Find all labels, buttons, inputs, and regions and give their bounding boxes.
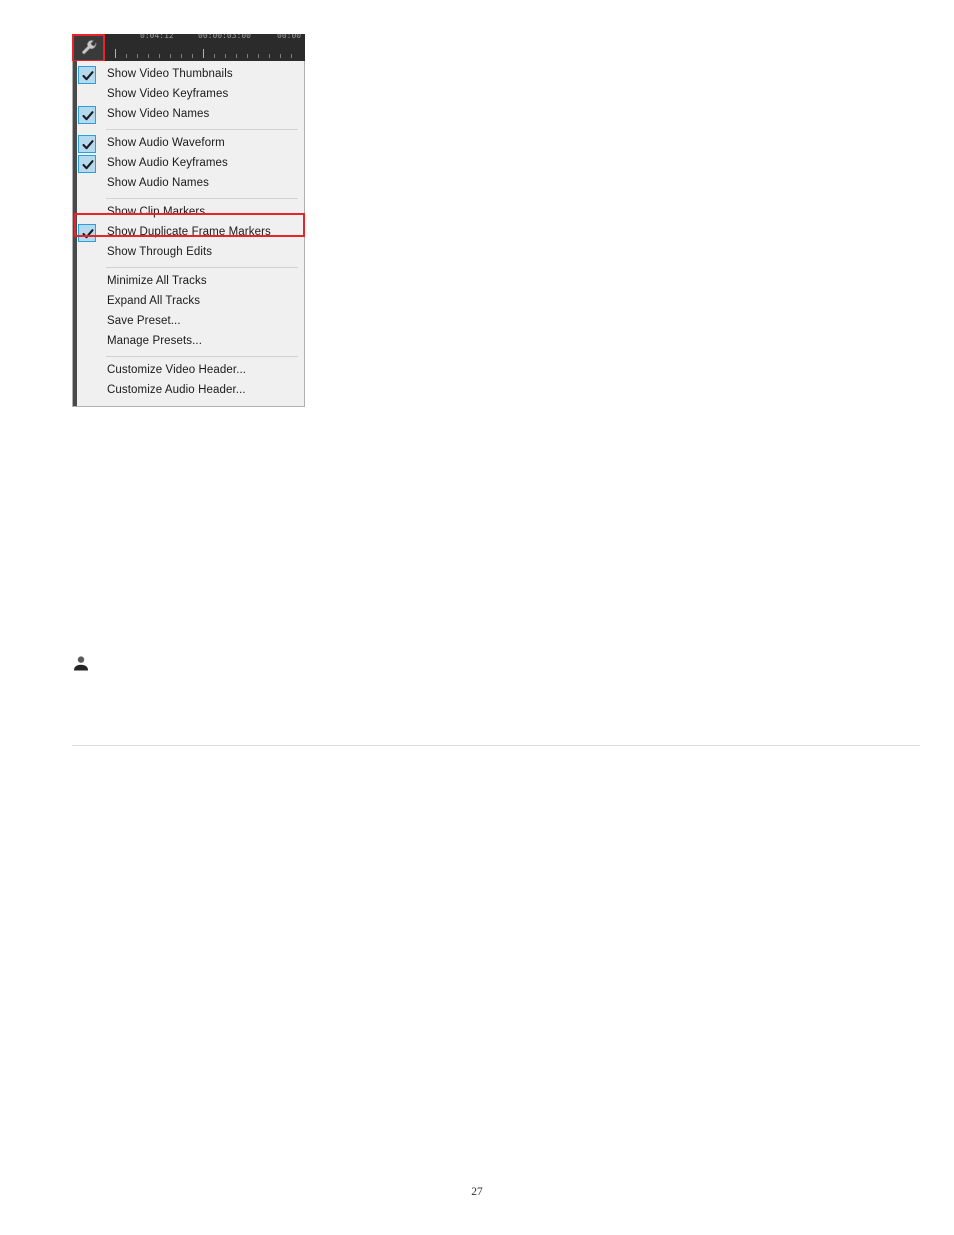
timecode-ruler[interactable]: 0:04:12 00:00:03:00 00:00 [112, 34, 305, 62]
menu-separator [106, 267, 298, 268]
checkbox-unchecked-icon[interactable] [78, 313, 96, 331]
menu-item-label: Expand All Tracks [107, 295, 201, 308]
horizontal-divider [72, 745, 920, 746]
checkbox-unchecked-icon[interactable] [78, 86, 96, 104]
menu-item-show-video-thumbnails[interactable]: Show Video Thumbnails [73, 65, 304, 85]
ruler-tick [214, 54, 215, 58]
menu-item-label: Customize Audio Header... [107, 384, 246, 397]
ruler-tick [269, 54, 270, 58]
user-icon [72, 654, 90, 672]
menu-item-label: Show Video Thumbnails [107, 68, 233, 81]
page-number: 27 [471, 1186, 483, 1198]
timecode-label-2: 00:00:03:00 [198, 34, 251, 40]
ruler-tick [137, 54, 138, 58]
ruler-tick [148, 54, 149, 58]
menu-item-label: Show Clip Markers [107, 206, 206, 219]
menu-item-label: Show Audio Waveform [107, 137, 225, 150]
menu-item-show-video-names[interactable]: Show Video Names [73, 105, 304, 125]
checkbox-unchecked-icon[interactable] [78, 273, 96, 291]
menu-item-show-through-edits[interactable]: Show Through Edits [73, 243, 304, 263]
checkbox-unchecked-icon[interactable] [78, 293, 96, 311]
menu-item-manage-presets[interactable]: Manage Presets... [73, 332, 304, 352]
timecode-label-3: 00:00 [277, 34, 302, 40]
ruler-tick [247, 54, 248, 58]
ruler-tick [236, 54, 237, 58]
menu-separator [106, 129, 298, 130]
menu-item-save-preset[interactable]: Save Preset... [73, 312, 304, 332]
menu-item-show-duplicate-frame-markers[interactable]: Show Duplicate Frame Markers [73, 223, 304, 243]
menu-item-show-audio-waveform[interactable]: Show Audio Waveform [73, 134, 304, 154]
menu-item-show-audio-keyframes[interactable]: Show Audio Keyframes [73, 154, 304, 174]
menu-item-label: Show Through Edits [107, 246, 213, 259]
menu-item-label: Show Audio Names [107, 177, 209, 190]
ruler-tick [291, 54, 292, 58]
ruler-tick [181, 54, 182, 58]
menu-separator [106, 198, 298, 199]
checkbox-unchecked-icon[interactable] [78, 204, 96, 222]
ruler-tick [159, 54, 160, 58]
checkbox-checked-icon[interactable] [78, 135, 96, 153]
checkbox-unchecked-icon[interactable] [78, 362, 96, 380]
ruler-tick [115, 49, 116, 58]
ruler-tick [170, 54, 171, 58]
ruler-tick [192, 54, 193, 58]
menu-item-customize-audio-header[interactable]: Customize Audio Header... [73, 381, 304, 401]
checkbox-checked-icon[interactable] [78, 106, 96, 124]
checkbox-checked-icon[interactable] [78, 66, 96, 84]
ruler-tick [258, 54, 259, 58]
checkbox-unchecked-icon[interactable] [78, 175, 96, 193]
menu-item-show-video-keyframes[interactable]: Show Video Keyframes [73, 85, 304, 105]
menu-item-expand-all-tracks[interactable]: Expand All Tracks [73, 292, 304, 312]
menu-item-label: Show Video Names [107, 108, 210, 121]
wrench-icon [80, 39, 98, 57]
menu-item-label: Minimize All Tracks [107, 275, 207, 288]
menu-item-label: Show Video Keyframes [107, 88, 229, 101]
menu-item-label: Customize Video Header... [107, 364, 247, 377]
ruler-tick [280, 54, 281, 58]
timeline-ruler-strip: 0:04:12 00:00:03:00 00:00 [72, 34, 305, 62]
ruler-tick [203, 49, 204, 58]
menu-item-label: Manage Presets... [107, 335, 203, 348]
ruler-tick [225, 54, 226, 58]
menu-separator [106, 356, 298, 357]
checkbox-unchecked-icon[interactable] [78, 333, 96, 351]
timecode-label-1: 0:04:12 [140, 34, 174, 40]
wrench-settings-button[interactable] [72, 34, 105, 62]
ruler-tick [126, 54, 127, 58]
checkbox-unchecked-icon[interactable] [78, 244, 96, 262]
menu-item-label: Save Preset... [107, 315, 181, 328]
checkbox-unchecked-icon[interactable] [78, 382, 96, 400]
menu-item-show-clip-markers[interactable]: Show Clip Markers [73, 203, 304, 223]
menu-item-minimize-all-tracks[interactable]: Minimize All Tracks [73, 272, 304, 292]
menu-item-label: Show Duplicate Frame Markers [107, 226, 271, 239]
checkbox-checked-icon[interactable] [78, 155, 96, 173]
menu-item-show-audio-names[interactable]: Show Audio Names [73, 174, 304, 194]
menu-item-label: Show Audio Keyframes [107, 157, 228, 170]
track-display-settings-menu[interactable]: Show Video Thumbnails Show Video Keyfram… [72, 61, 305, 407]
checkbox-checked-icon[interactable] [78, 224, 96, 242]
menu-item-customize-video-header[interactable]: Customize Video Header... [73, 361, 304, 381]
